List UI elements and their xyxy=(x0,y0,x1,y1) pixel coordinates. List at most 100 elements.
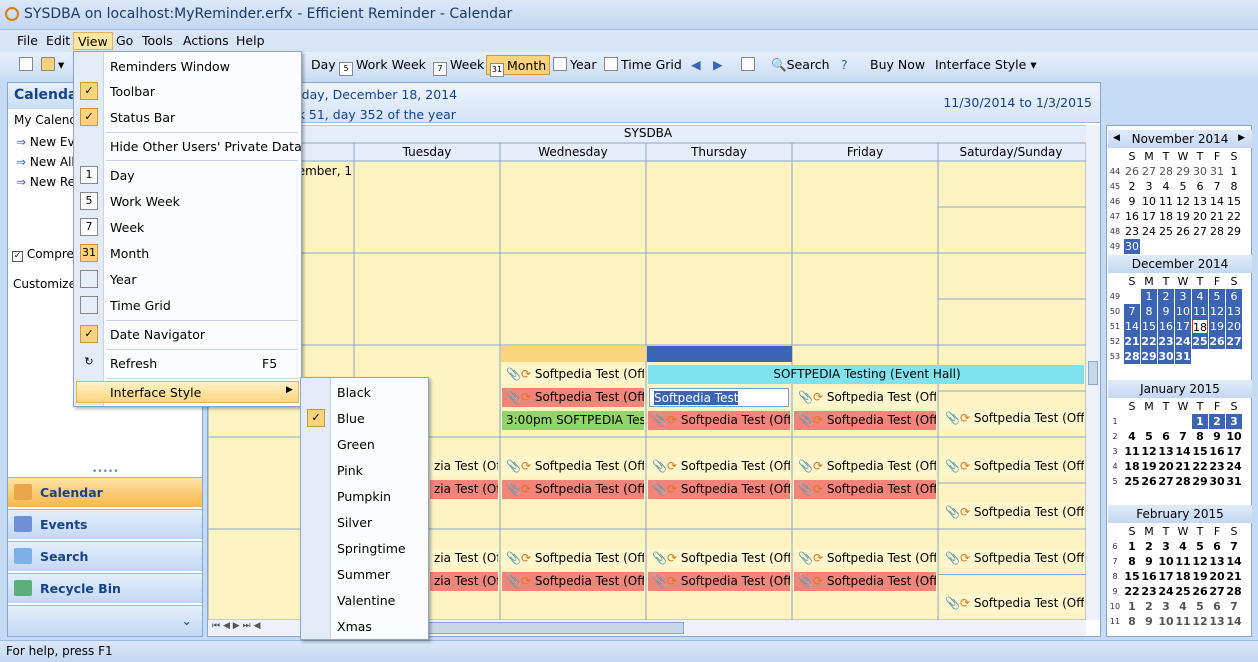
mini-calendar-day[interactable]: 7 xyxy=(1209,179,1225,194)
new-icon[interactable] xyxy=(16,55,39,75)
menu-edit[interactable]: Edit xyxy=(42,32,74,50)
mini-calendar-day[interactable]: 28 xyxy=(1124,349,1140,364)
nav-search[interactable]: Search xyxy=(8,541,202,571)
mini-calendar-day[interactable]: 3 xyxy=(1141,179,1157,194)
mini-calendar-day[interactable]: 26 xyxy=(1175,224,1191,239)
mini-calendar-day[interactable]: 29 xyxy=(1192,474,1208,489)
mini-calendar-day[interactable]: 31 xyxy=(1209,164,1225,179)
menu-tools[interactable]: Tools xyxy=(138,32,177,50)
menu-help[interactable]: Help xyxy=(232,32,269,50)
mini-calendar-day[interactable]: 27 xyxy=(1141,164,1157,179)
refresh-icon[interactable] xyxy=(738,55,761,75)
mini-calendar-day[interactable]: 25 xyxy=(1175,584,1191,599)
mini-calendar-day[interactable]: 13 xyxy=(1192,194,1208,209)
work-week-button[interactable]: 5 Work Week xyxy=(336,55,429,76)
menu-file[interactable]: File xyxy=(13,32,42,50)
mini-calendar-day[interactable]: 17 xyxy=(1141,209,1157,224)
mini-calendar-day[interactable]: 12 xyxy=(1175,194,1191,209)
mini-calendar-day[interactable]: 25 xyxy=(1192,334,1208,349)
week-button[interactable]: 7 Week xyxy=(430,55,487,76)
menu-view[interactable]: View xyxy=(73,32,113,50)
mini-calendar-day[interactable]: 4 xyxy=(1175,599,1191,614)
compress-checkbox[interactable]: ✓ Compress xyxy=(12,247,78,262)
mini-calendar-day[interactable]: 17 xyxy=(1175,319,1191,334)
event-item[interactable]: 📎⟳ Softpedia Test (Offic xyxy=(502,572,644,591)
mini-calendar-day[interactable]: 18 xyxy=(1124,459,1140,474)
mini-calendar-day[interactable]: 6 xyxy=(1226,289,1242,304)
mini-calendar-day[interactable]: 19 xyxy=(1209,319,1225,334)
event-item[interactable]: 📎⟳ Softpedia Test (Offic xyxy=(648,457,790,476)
menu-item-toolbar[interactable]: Toolbar xyxy=(110,84,155,99)
event-item[interactable]: zia Test (Offic xyxy=(430,549,498,568)
event-item[interactable]: 📎⟳ Softpedia Test (Offic xyxy=(648,480,790,499)
mini-calendar-day[interactable]: 5 xyxy=(1141,429,1157,444)
mini-calendar-day[interactable]: 16 xyxy=(1141,569,1157,584)
event-edit-input[interactable]: Softpedia Test xyxy=(649,388,789,407)
style-item-xmas[interactable]: Xmas xyxy=(337,619,372,634)
mini-calendar-day[interactable]: 22 xyxy=(1141,334,1157,349)
mini-calendar-day[interactable]: 2 xyxy=(1141,599,1157,614)
style-item-blue[interactable]: Blue xyxy=(337,411,365,426)
mini-calendar-day[interactable]: 2 xyxy=(1141,539,1157,554)
prev-arrow-icon[interactable]: ◀ xyxy=(688,55,704,75)
mini-calendar-day[interactable]: 13 xyxy=(1158,444,1174,459)
mini-calendar-day[interactable]: 15 xyxy=(1141,319,1157,334)
event-item[interactable]: 📎⟳ Softpedia Test (Offic xyxy=(941,503,1084,522)
mini-calendar-day[interactable]: 2 xyxy=(1209,414,1225,429)
nav-configure[interactable]: ⌄ xyxy=(8,605,202,636)
mini-calendar-day[interactable]: 23 xyxy=(1124,224,1140,239)
interface-style-button[interactable]: Interface Style ▾ xyxy=(932,55,1040,75)
vertical-scrollbar[interactable] xyxy=(1086,125,1100,620)
event-item[interactable]: 📎⟳ Softpedia Test (Offic xyxy=(648,411,790,430)
mini-calendar-day[interactable]: 6 xyxy=(1209,599,1225,614)
mini-calendar-day[interactable]: 3 xyxy=(1226,414,1242,429)
mini-calendar-day[interactable]: 21 xyxy=(1226,569,1242,584)
mini-calendar-day[interactable]: 16 xyxy=(1158,319,1174,334)
menu-item-month[interactable]: Month xyxy=(110,246,149,261)
mini-calendar-day[interactable]: 23 xyxy=(1141,584,1157,599)
mini-calendar-day[interactable]: 28 xyxy=(1175,474,1191,489)
mini-calendar-day[interactable]: 16 xyxy=(1124,209,1140,224)
mini-calendar-day[interactable]: 14 xyxy=(1226,554,1242,569)
mini-calendar-day[interactable]: 27 xyxy=(1209,584,1225,599)
customize-link[interactable]: Customize Cu xyxy=(13,277,79,291)
mini-calendar-day[interactable]: 1 xyxy=(1124,539,1140,554)
nav-calendar[interactable]: Calendar xyxy=(8,477,202,507)
next-arrow-icon[interactable]: ▶ xyxy=(710,55,726,75)
event-item[interactable]: SOFTPEDIA Testing (Event Hall) xyxy=(648,365,1084,384)
menu-item-time-grid[interactable]: Time Grid xyxy=(110,298,171,313)
menu-item-interface-style[interactable]: Interface Style xyxy=(110,385,201,400)
mini-calendar-day[interactable]: 13 xyxy=(1209,614,1225,629)
mini-calendar-day[interactable]: 24 xyxy=(1158,584,1174,599)
mini-calendar-day[interactable]: 9 xyxy=(1209,429,1225,444)
mini-calendar-day[interactable]: 5 xyxy=(1192,539,1208,554)
mini-calendar-day[interactable]: 9 xyxy=(1158,304,1174,319)
mini-calendar-day[interactable]: 12 xyxy=(1209,304,1225,319)
mini-calendar-day[interactable]: 28 xyxy=(1158,164,1174,179)
mini-calendar-day[interactable]: 9 xyxy=(1141,554,1157,569)
mini-calendar-day[interactable]: 12 xyxy=(1192,614,1208,629)
mini-calendar-day[interactable]: 26 xyxy=(1192,584,1208,599)
mini-calendar-day[interactable]: 20 xyxy=(1226,319,1242,334)
mini-calendar-day[interactable]: 21 xyxy=(1175,459,1191,474)
mini-calendar-day[interactable]: 4 xyxy=(1192,289,1208,304)
mini-calendar-day[interactable]: 6 xyxy=(1158,429,1174,444)
mini-calendar-day[interactable]: 10 xyxy=(1175,304,1191,319)
event-item[interactable]: 📎⟳ Softpedia Test (Offic xyxy=(794,480,936,499)
open-icon[interactable]: ▾ xyxy=(38,55,67,75)
mini-calendar-day[interactable]: 26 xyxy=(1141,474,1157,489)
event-item[interactable]: 📎⟳ Softpedia Test (Offic xyxy=(794,549,936,568)
mini-calendar-day[interactable]: 28 xyxy=(1209,224,1225,239)
menu-go[interactable]: Go xyxy=(112,32,137,50)
mini-calendar-day[interactable]: 15 xyxy=(1192,444,1208,459)
menu-item-status-bar[interactable]: Status Bar xyxy=(110,110,175,125)
mini-calendar-day[interactable]: 23 xyxy=(1209,459,1225,474)
mini-calendar-day[interactable]: 10 xyxy=(1158,554,1174,569)
mini-calendar-day[interactable]: 5 xyxy=(1192,599,1208,614)
mini-calendar-day[interactable]: 14 xyxy=(1124,319,1140,334)
mini-calendar-day[interactable]: 7 xyxy=(1175,429,1191,444)
mini-calendar-day[interactable]: 18 xyxy=(1158,209,1174,224)
style-item-silver[interactable]: Silver xyxy=(337,515,372,530)
mini-calendar-day[interactable]: 26 xyxy=(1209,334,1225,349)
mini-calendar-day[interactable]: 2 xyxy=(1124,179,1140,194)
